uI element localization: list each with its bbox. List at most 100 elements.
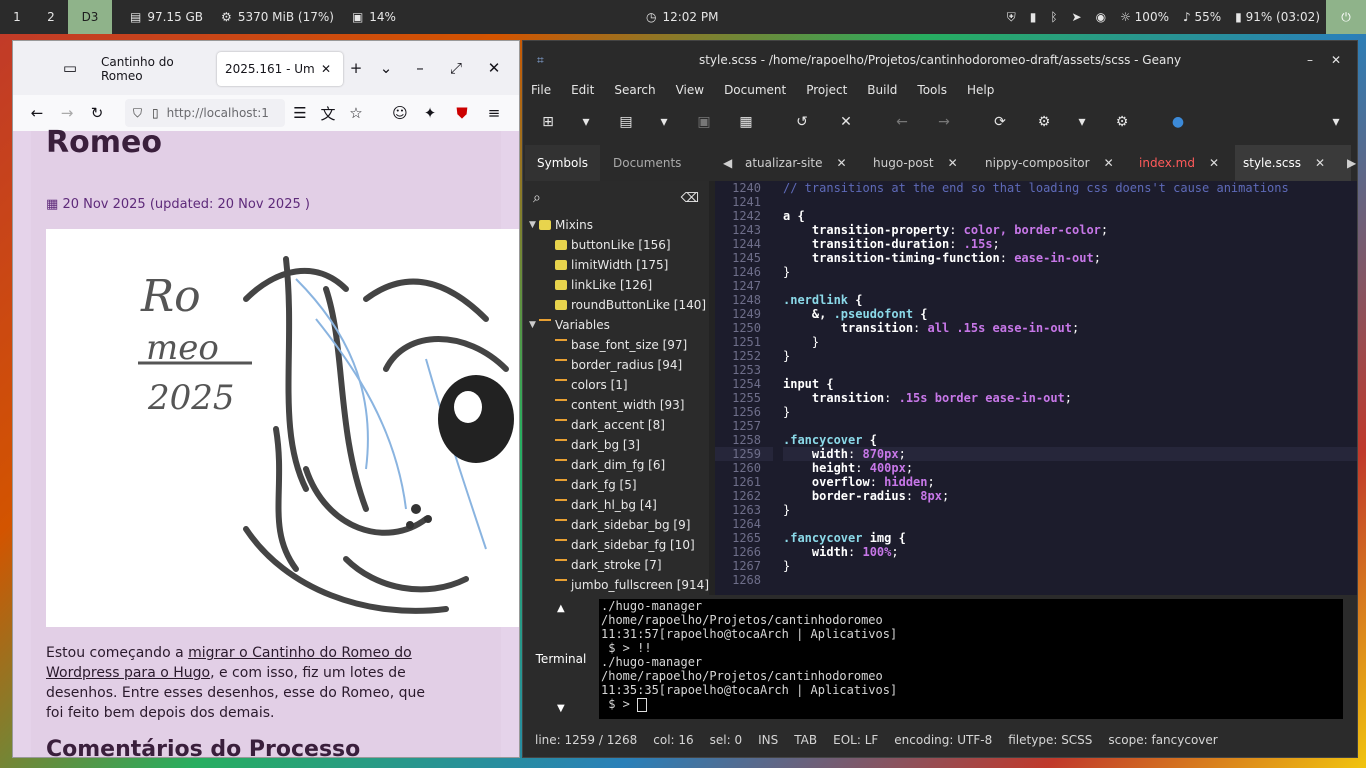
close-tab-icon[interactable]: ✕ bbox=[1104, 156, 1114, 170]
translate-icon[interactable]: 文 bbox=[317, 102, 339, 124]
close-window-button[interactable]: ✕ bbox=[1331, 53, 1341, 67]
back-button[interactable]: ← bbox=[26, 102, 48, 124]
close-tab-icon[interactable]: ✕ bbox=[321, 62, 331, 76]
close-tab-icon[interactable]: ✕ bbox=[837, 156, 847, 170]
tree-item[interactable]: dark_accent [8] bbox=[523, 415, 709, 435]
reload-button[interactable]: ↻ bbox=[86, 102, 108, 124]
new-tab-button[interactable]: + bbox=[345, 57, 367, 79]
tree-item[interactable]: dark_sidebar_bg [9] bbox=[523, 515, 709, 535]
close-file-icon[interactable]: ✕ bbox=[837, 113, 855, 131]
color-chooser-icon[interactable]: ● bbox=[1169, 113, 1187, 131]
menu-document[interactable]: Document bbox=[724, 83, 786, 97]
doc-tab-nippy-compositor[interactable]: nippy-compositor ✕ bbox=[977, 145, 1122, 181]
new-file-icon[interactable]: ⊞ bbox=[539, 113, 557, 131]
panel-down-icon[interactable]: ▼ bbox=[557, 703, 565, 714]
tree-item[interactable]: dark_sidebar_fg [10] bbox=[523, 535, 709, 555]
tree-item[interactable]: dark_fg [5] bbox=[523, 475, 709, 495]
close-tab-icon[interactable]: ✕ bbox=[1315, 156, 1325, 170]
new-dropdown-icon[interactable]: ▾ bbox=[577, 113, 595, 131]
ublock-icon[interactable]: ⛊ bbox=[451, 102, 473, 124]
tree-item[interactable]: dark_stroke [7] bbox=[523, 555, 709, 575]
chevron-down-icon[interactable]: ⌄ bbox=[375, 57, 397, 79]
minimize-button[interactable]: – bbox=[409, 57, 431, 79]
minimize-button[interactable]: – bbox=[1307, 53, 1313, 67]
url-bar[interactable]: ⛉ ▯ http://localhost:1 bbox=[125, 99, 285, 127]
save-icon[interactable]: ▣ bbox=[695, 113, 713, 131]
tree-item[interactable]: colors [1] bbox=[523, 375, 709, 395]
tree-item[interactable]: jumbo_fullscreen [914] bbox=[523, 575, 709, 595]
tab-cantinho[interactable]: Cantinho do Romeo bbox=[93, 52, 227, 86]
bluetooth-icon[interactable]: ᛒ bbox=[1050, 10, 1057, 24]
workspace-3[interactable]: D3 bbox=[68, 0, 112, 34]
battery-indicator[interactable]: ▮ 91% (03:02) bbox=[1235, 10, 1320, 24]
workspace-2[interactable]: 2 bbox=[34, 0, 68, 34]
expand-icon[interactable]: ▼ bbox=[529, 320, 539, 330]
telegram-icon[interactable]: ➤ bbox=[1072, 10, 1082, 24]
doc-tab-atualizar-site[interactable]: atualizar-site ✕ bbox=[737, 145, 855, 181]
extension-avatar-icon[interactable]: ☺ bbox=[389, 102, 411, 124]
revert-icon[interactable]: ↺ bbox=[793, 113, 811, 131]
tree-item[interactable]: content_width [93] bbox=[523, 395, 709, 415]
doc-tab-hugo-post[interactable]: hugo-post ✕ bbox=[865, 145, 966, 181]
reload-icon[interactable]: ⟳ bbox=[991, 113, 1009, 131]
tree-item[interactable]: dark_bg [3] bbox=[523, 435, 709, 455]
tab-symbols[interactable]: Symbols bbox=[525, 145, 600, 181]
forward-icon[interactable]: → bbox=[935, 113, 953, 131]
tab-active-post[interactable]: 2025.161 - Um Re ✕ bbox=[217, 52, 343, 86]
close-tab-icon[interactable]: ✕ bbox=[1209, 156, 1219, 170]
tree-item[interactable]: limitWidth [175] bbox=[523, 255, 709, 275]
clipboard-icon[interactable]: ▮ bbox=[1030, 10, 1037, 24]
tree-item[interactable]: linkLike [126] bbox=[523, 275, 709, 295]
doc-tab-style-scss[interactable]: style.scss ✕ bbox=[1235, 145, 1351, 181]
code-view[interactable]: // transitions at the end so that loadin… bbox=[783, 181, 1357, 595]
menu-tools[interactable]: Tools bbox=[917, 83, 947, 97]
maximize-button[interactable]: ⤢ bbox=[445, 57, 467, 79]
expand-icon[interactable]: ▼ bbox=[529, 220, 539, 230]
open-file-icon[interactable]: ▤ bbox=[617, 113, 635, 131]
workspace-1[interactable]: 1 bbox=[0, 0, 34, 34]
bookmark-star-icon[interactable]: ☆ bbox=[345, 102, 367, 124]
execute-icon[interactable]: ⚙ bbox=[1113, 113, 1131, 131]
power-button[interactable]: ⏻ bbox=[1326, 0, 1366, 34]
discord-icon[interactable]: ◉ bbox=[1096, 10, 1106, 24]
tree-group-variables[interactable]: ▼ Variables bbox=[523, 315, 709, 335]
vpn-icon[interactable]: ⛨ bbox=[1007, 10, 1016, 25]
menu-edit[interactable]: Edit bbox=[571, 83, 594, 97]
tabs-scroll-right-icon[interactable]: ▶ bbox=[1339, 145, 1357, 181]
menu-view[interactable]: View bbox=[676, 83, 704, 97]
tree-item[interactable]: buttonLike [156] bbox=[523, 235, 709, 255]
tree-item[interactable]: dark_dim_fg [6] bbox=[523, 455, 709, 475]
doc-tab-index-md[interactable]: index.md ✕ bbox=[1131, 145, 1227, 181]
tree-item[interactable]: border_radius [94] bbox=[523, 355, 709, 375]
toolbar-overflow-icon[interactable]: ▾ bbox=[1327, 113, 1345, 131]
terminal[interactable]: ./hugo-manager /home/rapoelho/Projetos/c… bbox=[599, 599, 1343, 719]
extensions-icon[interactable]: ✦ bbox=[419, 102, 441, 124]
compile-gear-icon[interactable]: ⚙ bbox=[1035, 113, 1053, 131]
tree-item[interactable]: dark_hl_bg [4] bbox=[523, 495, 709, 515]
volume-indicator[interactable]: ♪ 55% bbox=[1183, 10, 1221, 24]
menu-help[interactable]: Help bbox=[967, 83, 994, 97]
menu-search[interactable]: Search bbox=[614, 83, 655, 97]
back-icon[interactable]: ← bbox=[893, 113, 911, 131]
clock[interactable]: ◷ 12:02 PM bbox=[646, 0, 718, 34]
tree-item[interactable]: base_font_size [97] bbox=[523, 335, 709, 355]
tree-item[interactable]: roundButtonLike [140] bbox=[523, 295, 709, 315]
menu-icon[interactable]: ≡ bbox=[483, 102, 505, 124]
tab-documents[interactable]: Documents bbox=[601, 145, 693, 181]
code-editor[interactable]: 1240 1241 1242 1243 1244 1245 1246 1247 1248 1249… bbox=[715, 181, 1357, 729]
menu-build[interactable]: Build bbox=[867, 83, 897, 97]
save-all-icon[interactable]: ▦ bbox=[737, 113, 755, 131]
clear-search-icon[interactable]: ⌫ bbox=[681, 191, 699, 206]
tab-overview-icon[interactable]: ▭ bbox=[59, 57, 81, 79]
symbol-search[interactable]: ⌕ ⌫ bbox=[523, 181, 709, 215]
menu-project[interactable]: Project bbox=[806, 83, 847, 97]
open-dropdown-icon[interactable]: ▾ bbox=[655, 113, 673, 131]
reader-view-icon[interactable]: ☰ bbox=[289, 102, 311, 124]
menu-file[interactable]: File bbox=[531, 83, 551, 97]
build-dropdown-icon[interactable]: ▾ bbox=[1073, 113, 1091, 131]
close-tab-icon[interactable]: ✕ bbox=[948, 156, 958, 170]
brightness-indicator[interactable]: ☼ 100% bbox=[1120, 10, 1169, 24]
forward-button[interactable]: → bbox=[56, 102, 78, 124]
close-window-button[interactable]: ✕ bbox=[483, 57, 505, 79]
tree-group-mixins[interactable]: ▼ Mixins bbox=[523, 215, 709, 235]
